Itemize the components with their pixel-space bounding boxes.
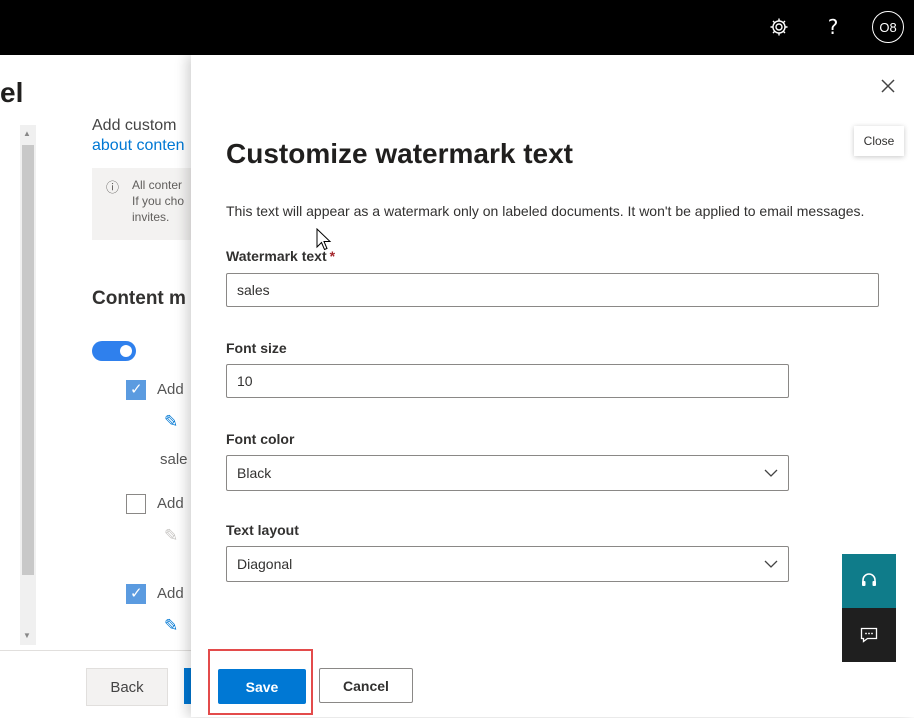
- gear-icon[interactable]: [764, 12, 794, 42]
- edit-icon[interactable]: ✎: [164, 412, 178, 432]
- chevron-down-icon: [764, 469, 778, 477]
- help-icon[interactable]: ?: [818, 12, 848, 42]
- help-support-button[interactable]: [842, 554, 896, 608]
- font-color-label: Font color: [226, 431, 295, 447]
- add-watermark-checkbox[interactable]: [126, 380, 146, 400]
- panel-title: Customize watermark text: [226, 138, 574, 169]
- edit-icon[interactable]: ✎: [164, 616, 178, 636]
- checkbox-label: Add: [157, 585, 184, 602]
- feedback-button[interactable]: [842, 608, 896, 662]
- close-icon[interactable]: [877, 75, 899, 97]
- text-layout-dropdown[interactable]: Diagonal: [226, 546, 789, 582]
- font-color-dropdown[interactable]: Black: [226, 455, 789, 491]
- info-line: invites.: [132, 210, 170, 224]
- headset-icon: [862, 573, 876, 586]
- edit-icon: ✎: [164, 526, 179, 546]
- page-title: el: [0, 77, 24, 108]
- section-heading: Content m: [92, 288, 186, 309]
- content-marking-toggle[interactable]: [92, 341, 136, 361]
- top-bar: ? O8: [0, 0, 914, 55]
- cancel-button[interactable]: Cancel: [319, 668, 413, 703]
- save-button[interactable]: Save: [218, 669, 306, 704]
- checkbox-label: Add: [157, 381, 184, 398]
- watermark-text-input[interactable]: [226, 273, 879, 307]
- info-line: If you cho: [132, 194, 185, 208]
- watermark-value: sale: [160, 451, 188, 468]
- panel-description: This text will appear as a watermark onl…: [226, 203, 865, 219]
- font-size-label: Font size: [226, 340, 287, 356]
- info-icon: ⓘ: [106, 181, 120, 196]
- learn-more-link[interactable]: about conten: [92, 137, 185, 155]
- feedback-icon: [860, 627, 878, 643]
- customize-watermark-panel: Close Customize watermark text This text…: [191, 55, 914, 717]
- info-line: All conter: [132, 178, 183, 192]
- checkbox-label: Add: [157, 495, 184, 512]
- add-footer-checkbox[interactable]: [126, 584, 146, 604]
- font-size-input[interactable]: [226, 364, 789, 398]
- avatar[interactable]: O8: [872, 11, 904, 43]
- font-color-value: Black: [237, 465, 272, 481]
- add-header-checkbox[interactable]: [126, 494, 146, 514]
- scrollbar[interactable]: ▲ ▼: [20, 125, 36, 645]
- close-tooltip: Close: [854, 126, 904, 156]
- mouse-cursor-icon: [316, 228, 332, 251]
- text-layout-label: Text layout: [226, 522, 299, 538]
- description-text: Add custom: [92, 117, 177, 134]
- text-layout-value: Diagonal: [237, 556, 293, 572]
- back-button[interactable]: Back: [86, 668, 168, 706]
- chevron-down-icon: [764, 560, 778, 568]
